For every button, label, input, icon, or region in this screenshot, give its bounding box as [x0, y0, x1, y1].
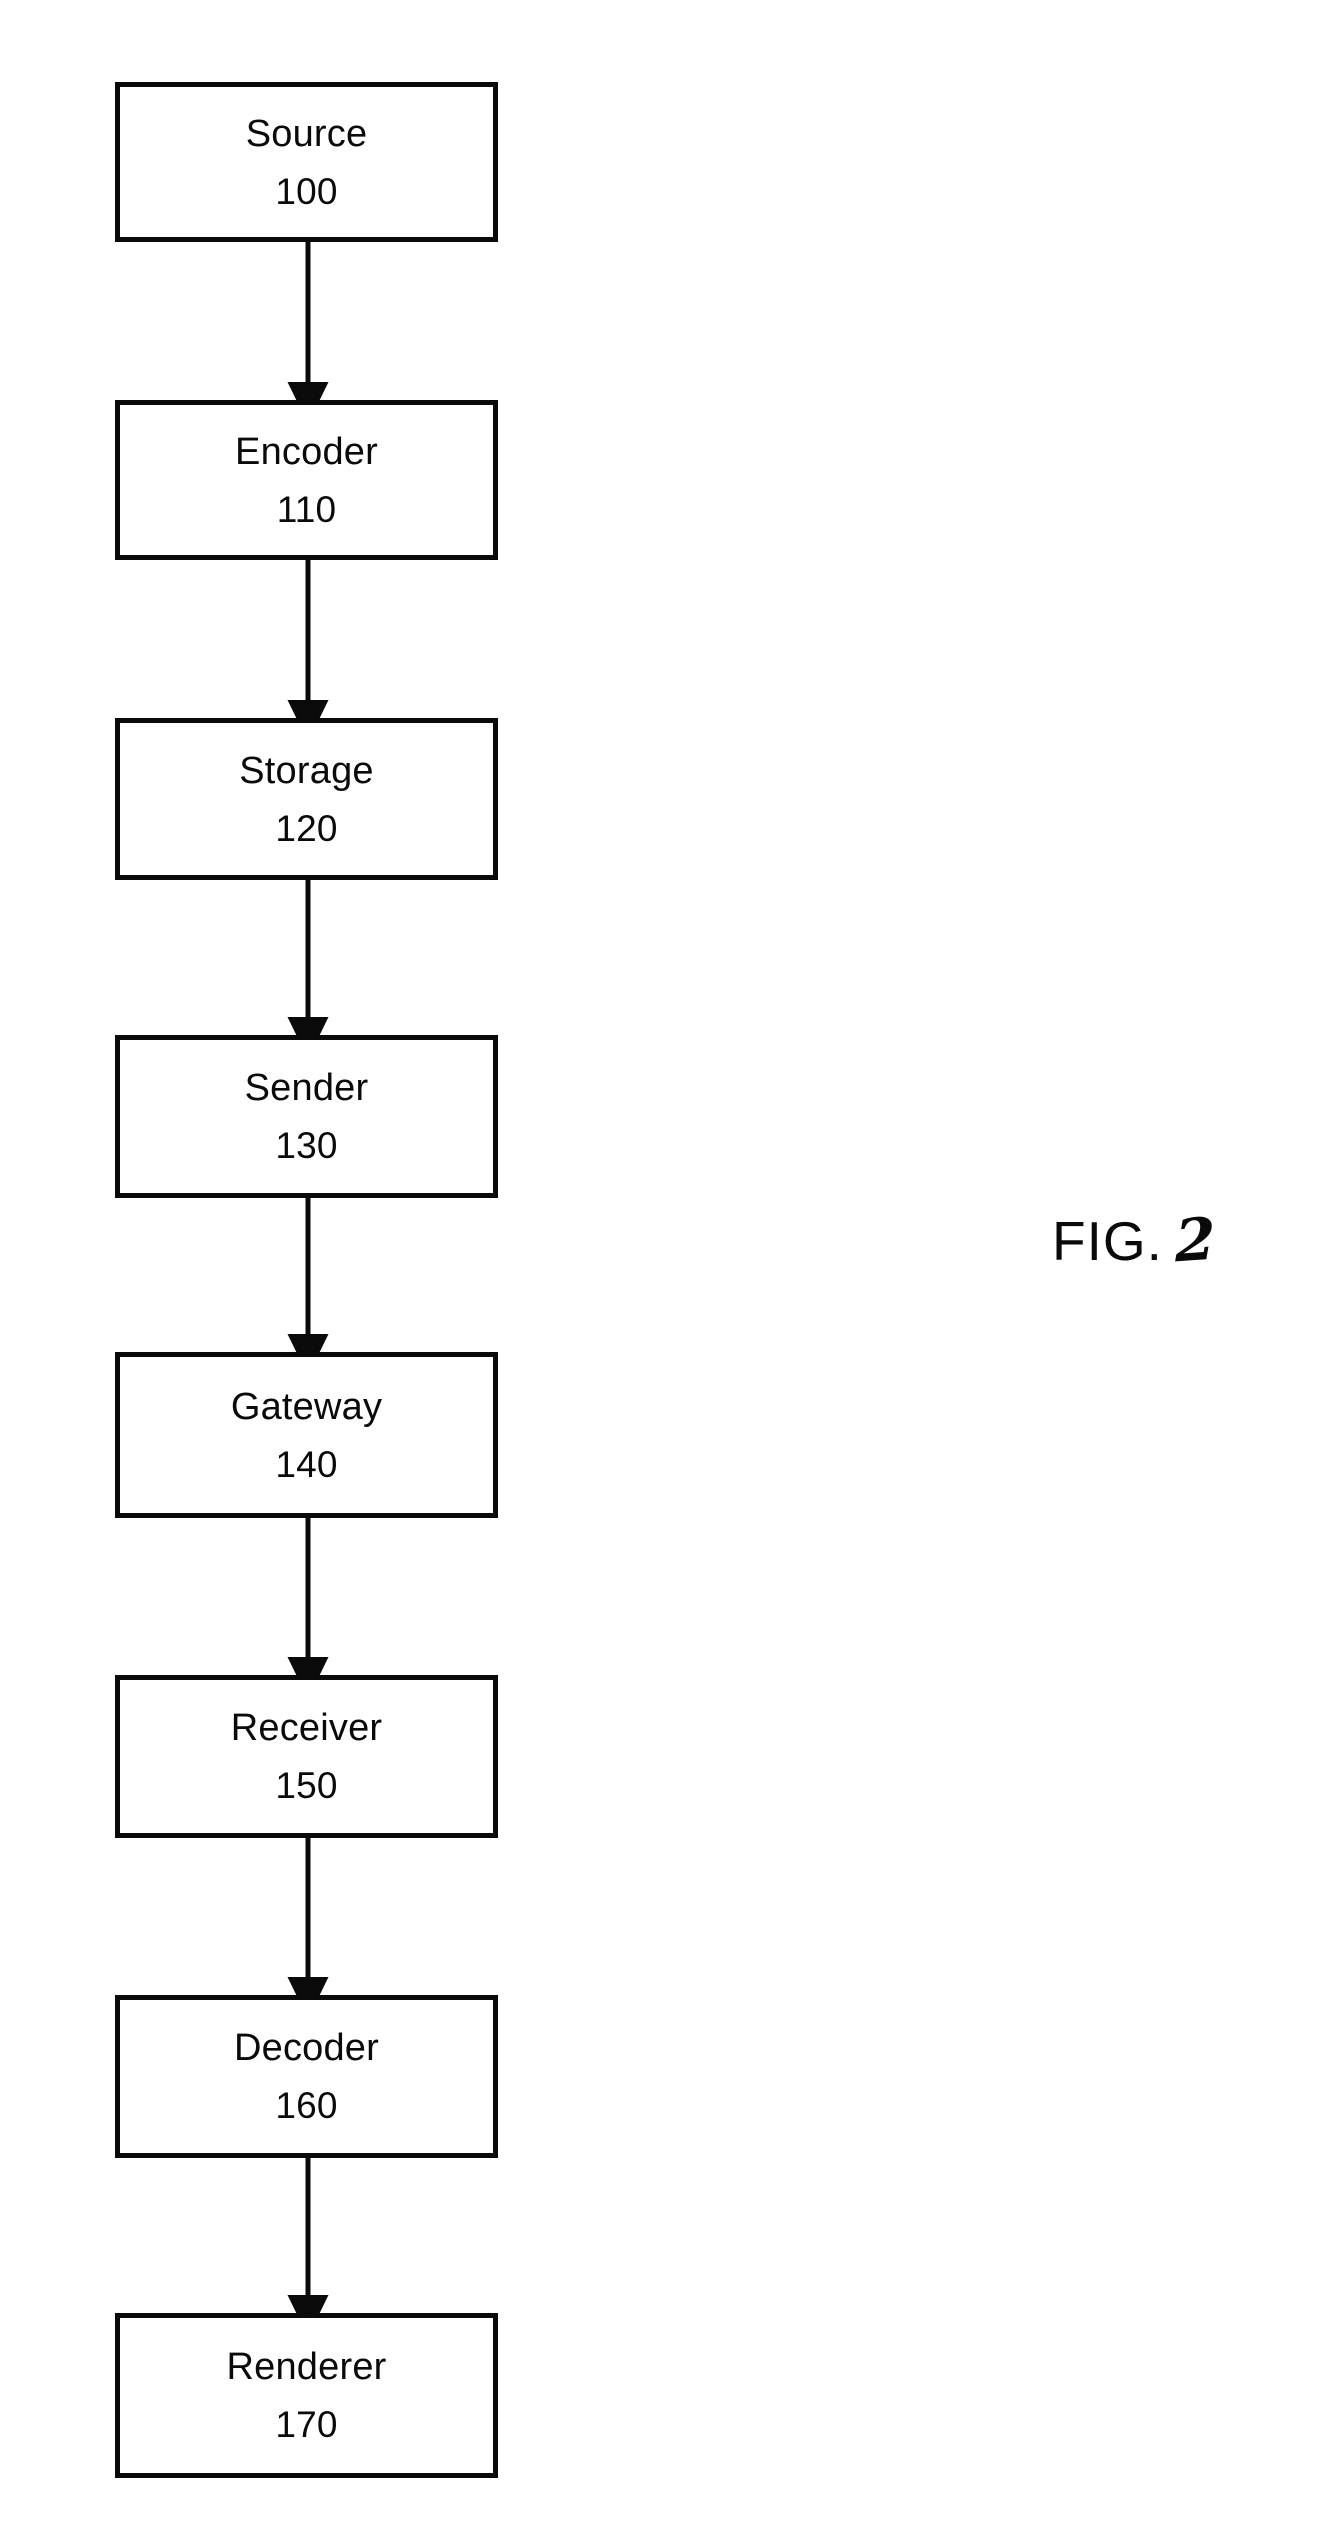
node-encoder-ref: 110 [276, 488, 337, 530]
node-decoder-title: Decoder [233, 2027, 380, 2069]
figure-label-prefix: FIG. [1052, 1210, 1163, 1272]
node-decoder-ref: 160 [275, 2085, 338, 2126]
node-receiver-title: Receiver [230, 1707, 383, 1749]
node-encoder-title: Encoder [235, 430, 378, 473]
node-gateway[interactable]: Gateway 140 [115, 1352, 498, 1518]
node-receiver[interactable]: Receiver 150 [115, 1675, 498, 1838]
node-sender[interactable]: Sender 130 [115, 1035, 498, 1198]
node-encoder[interactable]: Encoder 110 [115, 400, 498, 560]
node-storage[interactable]: Storage 120 [115, 718, 498, 880]
figure-label-number: 2 [1174, 1204, 1216, 1276]
node-sender-ref: 130 [275, 1125, 338, 1166]
node-source-title: Source [245, 112, 368, 155]
figure-label: FIG. 2 [1052, 1204, 1216, 1276]
node-sender-title: Sender [244, 1067, 369, 1109]
figure-page: Source 100 Encoder 110 Storage 120 Sende… [0, 0, 1342, 2543]
node-gateway-title: Gateway [230, 1385, 383, 1428]
node-renderer-title: Renderer [226, 2346, 387, 2388]
node-source-ref: 100 [275, 170, 338, 212]
node-storage-ref: 120 [275, 807, 338, 849]
node-decoder[interactable]: Decoder 160 [115, 1995, 498, 2158]
node-source[interactable]: Source 100 [115, 82, 498, 242]
node-receiver-ref: 150 [275, 1765, 338, 1806]
node-renderer-ref: 170 [275, 2404, 338, 2445]
node-gateway-ref: 140 [275, 1443, 338, 1485]
node-storage-title: Storage [239, 749, 374, 792]
node-renderer[interactable]: Renderer 170 [115, 2313, 498, 2478]
